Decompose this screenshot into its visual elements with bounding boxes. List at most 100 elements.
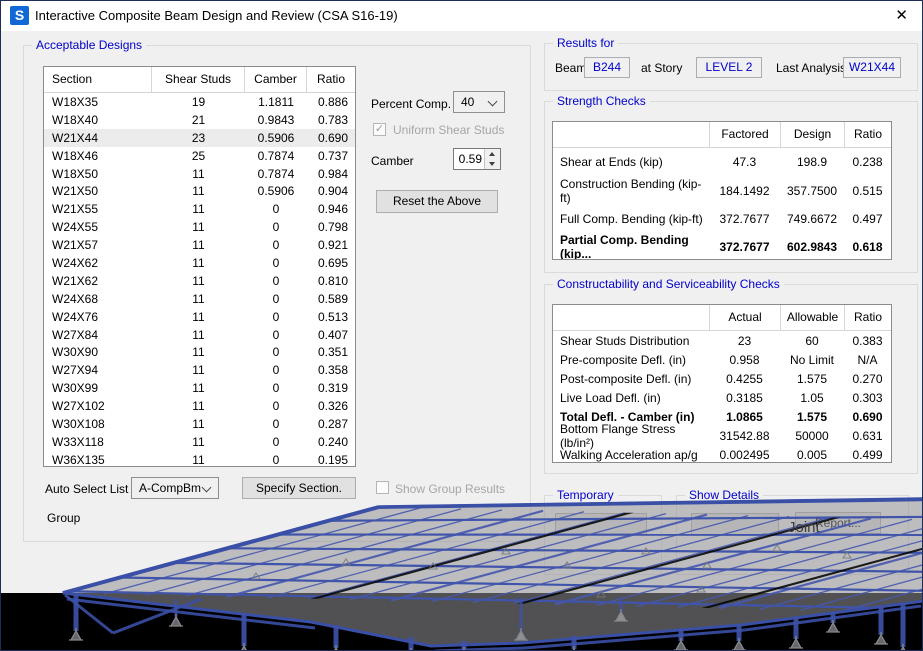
table-cell: 0.513: [307, 310, 355, 324]
table-cell: Shear Studs Distribution: [553, 334, 709, 348]
table-row[interactable]: W27X941100.358: [44, 361, 355, 379]
table-row[interactable]: W24X551100.798: [44, 218, 355, 236]
table-cell: 1.1811: [245, 95, 307, 109]
close-icon[interactable]: ✕: [895, 1, 908, 31]
temporary-title: Temporary: [553, 488, 618, 502]
table-cell: 0: [245, 292, 307, 306]
column-header-section[interactable]: Section: [44, 67, 152, 92]
table-cell: 11: [152, 167, 245, 181]
beam-label: Beam: [555, 61, 586, 75]
strength-header-factored: Factored: [709, 122, 780, 147]
table-cell: 0: [245, 310, 307, 324]
table-row[interactable]: W36X1351100.195: [44, 451, 355, 467]
auto-select-list-select[interactable]: A-CompBm: [131, 477, 219, 499]
window-title: Interactive Composite Beam Design and Re…: [35, 1, 398, 31]
table-row[interactable]: W18X40210.98430.783: [44, 111, 355, 129]
table-row[interactable]: W24X621100.695: [44, 254, 355, 272]
table-cell: 0: [245, 435, 307, 449]
temporary-button[interactable]: [555, 513, 647, 535]
percent-comp-label: Percent Comp.: [371, 97, 451, 111]
table-cell: 11: [152, 417, 245, 431]
table-row[interactable]: W30X1081100.287: [44, 415, 355, 433]
table-cell: Walking Acceleration ap/g: [553, 448, 709, 462]
table-cell: 0: [245, 220, 307, 234]
table-cell: 0.4255: [709, 372, 780, 386]
table-row[interactable]: W24X761100.513: [44, 308, 355, 326]
spinner-down-icon[interactable]: [485, 159, 500, 169]
table-cell: 0.946: [307, 202, 355, 216]
table-cell: 0.270: [844, 372, 891, 386]
table-cell: 11: [152, 274, 245, 288]
table-row[interactable]: W27X1021100.326: [44, 397, 355, 415]
sections-list-header: Section Shear Studs Camber Ratio: [44, 67, 355, 93]
table-row[interactable]: W21X621100.810: [44, 272, 355, 290]
percent-comp-select[interactable]: 40: [453, 91, 505, 113]
column-header-camber[interactable]: Camber: [245, 67, 307, 92]
check-icon: ✓: [375, 123, 384, 135]
table-row[interactable]: W21X44230.59060.690: [44, 129, 355, 147]
title-bar: S Interactive Composite Beam Design and …: [1, 1, 922, 31]
column-header-shear-studs[interactable]: Shear Studs: [152, 67, 245, 92]
table-cell: W21X57: [44, 238, 152, 252]
table-cell: Live Load Defl. (in): [553, 391, 709, 405]
table-cell: 11: [152, 345, 245, 359]
table-cell: 11: [152, 256, 245, 270]
table-row: Pre-composite Defl. (in)0.958No LimitN/A: [553, 350, 891, 369]
serviceability-checks-group: Constructability and Serviceability Chec…: [544, 284, 918, 474]
camber-stepper[interactable]: 0.59: [453, 148, 501, 170]
table-cell: W21X55: [44, 202, 152, 216]
table-cell: 0.319: [307, 381, 355, 395]
uniform-shear-studs-label: Uniform Shear Studs: [393, 123, 504, 137]
table-row[interactable]: W27X841100.407: [44, 326, 355, 344]
specify-section-button[interactable]: Specify Section.: [242, 477, 356, 499]
column-header-ratio[interactable]: Ratio: [307, 67, 355, 92]
table-cell: 0: [245, 328, 307, 342]
show-group-results-label: Show Group Results: [395, 482, 505, 496]
table-cell: 0.589: [307, 292, 355, 306]
table-cell: 0.921: [307, 238, 355, 252]
table-row[interactable]: W33X1181100.240: [44, 433, 355, 451]
table-cell: 0: [245, 256, 307, 270]
uniform-shear-studs-checkbox[interactable]: ✓: [373, 123, 386, 136]
table-cell: W18X35: [44, 95, 152, 109]
strength-header-design: Design: [780, 122, 844, 147]
table-cell: 11: [152, 238, 245, 252]
table-cell: 0: [245, 453, 307, 467]
reset-the-above-button[interactable]: Reset the Above: [376, 190, 498, 213]
table-cell: 372.7677: [709, 212, 780, 226]
table-cell: 11: [152, 381, 245, 395]
table-row[interactable]: W30X991100.319: [44, 379, 355, 397]
serv-header-ratio: Ratio: [844, 305, 891, 330]
strength-checks-group: Strength Checks Factored Design Ratio Sh…: [544, 101, 918, 273]
table-row: Construction Bending (kip-ft)184.1492357…: [553, 176, 891, 204]
table-row[interactable]: W21X551100.946: [44, 200, 355, 218]
table-cell: 23: [152, 131, 245, 145]
table-row[interactable]: W21X571100.921: [44, 236, 355, 254]
table-cell: 0.5906: [245, 131, 307, 145]
table-row: Live Load Defl. (in)0.31851.050.303: [553, 388, 891, 407]
serv-header-blank: [553, 305, 709, 330]
table-row: Walking Acceleration ap/g0.0024950.0050.…: [553, 445, 891, 463]
table-row[interactable]: W30X901100.351: [44, 343, 355, 361]
auto-select-list-label: Auto Select List: [45, 482, 128, 496]
show-group-results-checkbox[interactable]: [376, 481, 389, 494]
table-row: Shear Studs Distribution23600.383: [553, 331, 891, 350]
story-value: LEVEL 2: [696, 57, 762, 78]
table-cell: 0.7874: [245, 149, 307, 163]
acceptable-designs-title: Acceptable Designs: [32, 38, 146, 52]
table-cell: 0.3185: [709, 391, 780, 405]
table-row[interactable]: W24X681100.589: [44, 290, 355, 308]
table-row[interactable]: W18X50110.78740.984: [44, 165, 355, 183]
show-details-button[interactable]: [691, 513, 779, 535]
table-cell: 21: [152, 113, 245, 127]
table-cell: Construction Bending (kip-ft): [553, 177, 709, 205]
table-cell: 25: [152, 149, 245, 163]
table-row[interactable]: W21X50110.59060.904: [44, 182, 355, 200]
app-icon: S: [10, 6, 29, 25]
table-row[interactable]: W18X35191.18110.886: [44, 93, 355, 111]
table-cell: 0.958: [709, 353, 780, 367]
table-cell: 0.240: [307, 435, 355, 449]
table-cell: W21X50: [44, 184, 152, 198]
sections-list[interactable]: Section Shear Studs Camber Ratio W18X351…: [43, 66, 356, 467]
table-row[interactable]: W18X46250.78740.737: [44, 147, 355, 165]
